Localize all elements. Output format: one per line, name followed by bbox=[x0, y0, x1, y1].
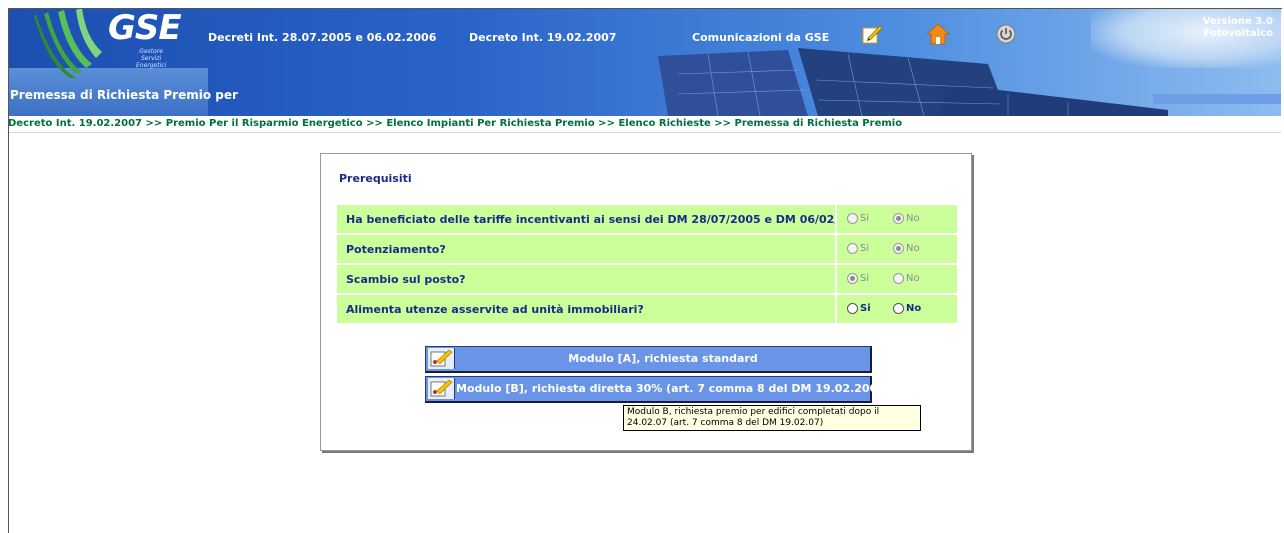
question-label: Alimenta utenze asservite ad unità immob… bbox=[346, 303, 644, 316]
radio-group: Si No bbox=[835, 205, 957, 233]
question-row: Alimenta utenze asservite ad unità immob… bbox=[337, 295, 957, 323]
radio-no[interactable]: No bbox=[893, 243, 920, 254]
radio-si[interactable]: Si bbox=[847, 273, 869, 284]
radio-group: Si No bbox=[835, 295, 957, 323]
panel-title: Prerequisiti bbox=[339, 172, 412, 185]
question-label: Potenziamento? bbox=[346, 243, 446, 256]
radio-label: No bbox=[906, 243, 920, 254]
radio-button[interactable] bbox=[893, 303, 904, 314]
question-label: Scambio sul posto? bbox=[346, 273, 466, 286]
tooltip-line: 24.02.07 (art. 7 comma 8 del DM 19.02.07… bbox=[627, 418, 824, 428]
question-row: Ha beneficiato delle tariffe incentivant… bbox=[337, 205, 957, 233]
radio-si[interactable]: Si bbox=[847, 303, 871, 314]
radio-si[interactable]: Si bbox=[847, 243, 869, 254]
edit-document-icon bbox=[428, 348, 455, 369]
radio-no[interactable]: No bbox=[893, 213, 920, 224]
modulo-b-button[interactable]: Modulo [B], richiesta diretta 30% (art. … bbox=[425, 376, 890, 403]
radio-label: No bbox=[906, 303, 922, 314]
radio-button[interactable] bbox=[893, 213, 904, 224]
radio-button[interactable] bbox=[893, 243, 904, 254]
question-row: Scambio sul posto? Si No bbox=[337, 265, 957, 293]
radio-no[interactable]: No bbox=[893, 273, 920, 284]
question-row: Potenziamento? Si No bbox=[337, 235, 957, 263]
button-label: Modulo [A], richiesta standard bbox=[568, 352, 758, 365]
radio-button[interactable] bbox=[893, 273, 904, 284]
radio-label: No bbox=[906, 213, 920, 224]
radio-button[interactable] bbox=[847, 303, 858, 314]
radio-label: Si bbox=[860, 213, 870, 224]
radio-group: Si No bbox=[835, 235, 957, 263]
radio-button[interactable] bbox=[847, 213, 858, 224]
button-label: Modulo [B], richiesta diretta 30% (art. … bbox=[456, 382, 890, 395]
modulo-a-button[interactable]: Modulo [A], richiesta standard bbox=[425, 346, 872, 373]
radio-no[interactable]: No bbox=[893, 303, 921, 314]
radio-label: No bbox=[906, 273, 920, 284]
radio-si[interactable]: Si bbox=[847, 213, 869, 224]
radio-group: Si No bbox=[835, 265, 957, 293]
edit-document-icon bbox=[428, 378, 455, 399]
tooltip: Modulo B, richiesta premio per edifici c… bbox=[623, 405, 921, 431]
tooltip-line: Modulo B, richiesta premio per edifici c… bbox=[627, 407, 880, 417]
radio-button[interactable] bbox=[847, 243, 858, 254]
question-label: Ha beneficiato delle tariffe incentivant… bbox=[346, 213, 876, 226]
radio-button[interactable] bbox=[847, 273, 858, 284]
radio-label: Si bbox=[860, 303, 871, 314]
radio-label: Si bbox=[860, 273, 870, 284]
radio-label: Si bbox=[860, 243, 870, 254]
